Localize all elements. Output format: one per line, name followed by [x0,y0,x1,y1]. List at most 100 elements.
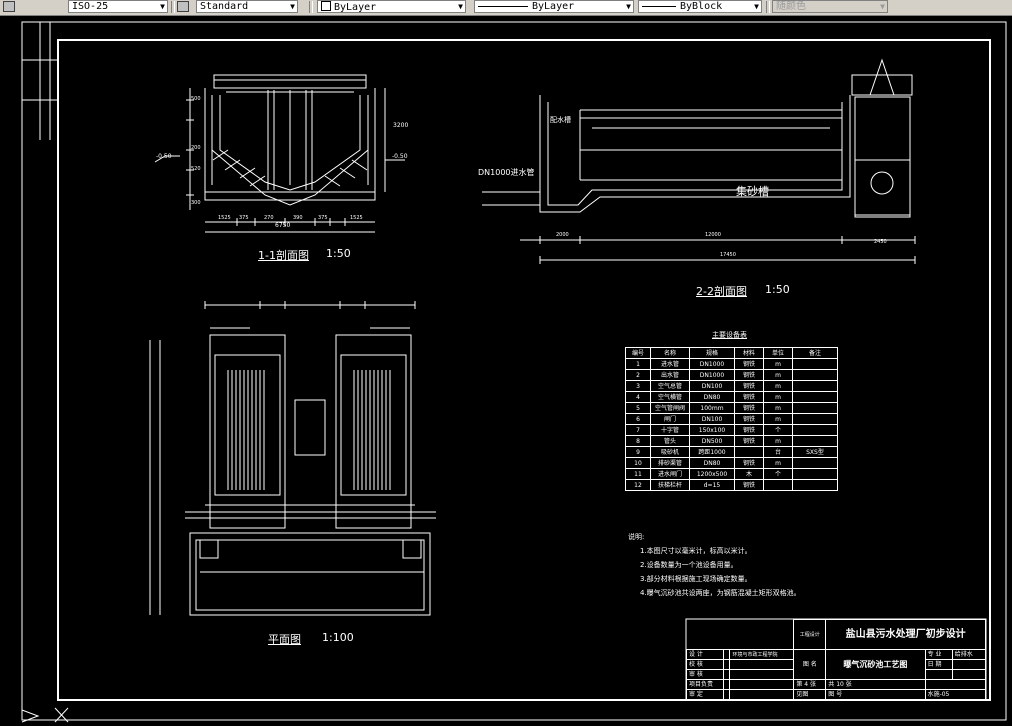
table-cell: 空气总管 [650,380,690,392]
table-cell [792,380,838,392]
equipment-table-row: 4 空气横管 DN80 钢铁 m [625,391,838,403]
plan-drawing [149,301,436,616]
table-cell [792,391,838,403]
role-label: 审 定 [685,689,725,700]
linetype-value: ByLayer [532,1,575,12]
separator [309,1,313,13]
dimension-style-icon[interactable] [3,1,15,12]
table-cell: 3 [625,380,651,392]
dim-total: 17450 [720,252,736,258]
table-cell [792,479,838,491]
table-cell: 8 [625,435,651,447]
table-cell: 钢铁 [734,358,764,370]
equipment-table-row: 11 进水闸门 1200x500 木个 [625,468,838,480]
major-value: 给排水 [951,649,987,660]
equipment-table-row: 3 空气总管 DN100 钢铁 m [625,380,838,392]
table-cell: 钢铁 [734,402,764,414]
table-cell: DN80 [689,457,735,469]
column-header: 材料 [734,347,764,359]
chevron-down-icon: ▼ [754,2,759,11]
dim-segment: 375 [239,215,249,221]
table-cell: 9 [625,446,651,458]
table-cell: 空气横管 [650,391,690,403]
table-cell: m [763,413,793,425]
table-cell: m [763,380,793,392]
table-cell [763,479,793,491]
table-cell: 150x100 [689,424,735,436]
lineweight-select[interactable]: ByBlock ▼ [638,0,762,13]
dim-segment: 375 [318,215,328,221]
table-cell: 钢铁 [734,457,764,469]
linetype-select[interactable]: ByLayer ▼ [474,0,634,13]
note-item: 2.设备数量为一个池设备用量。 [640,561,738,569]
department: 环境与市政工程学院 [729,649,795,660]
section-2-2-title: 2-2剖面图 [696,285,747,298]
table-cell [792,358,838,370]
drawing-title: 曝气沉砂池工艺图 [825,649,926,680]
separator [766,1,770,13]
table-cell: DN80 [689,391,735,403]
dim-segment: 12000 [705,232,721,238]
table-cell: 钢铁 [734,369,764,381]
table-cell [792,402,838,414]
equipment-table-title: 主要设备表 [712,331,747,339]
table-cell: SXS型 [792,446,838,458]
table-cell: 吸砂机 [650,446,690,458]
section-1-1-right-dim: 3200 [393,122,409,129]
table-cell: 1200x500 [689,468,735,480]
chevron-down-icon: ▼ [160,2,165,11]
table-cell: 钢铁 [734,413,764,425]
dim-segment: 270 [264,215,274,221]
color-select[interactable]: ByLayer ▼ [317,0,466,13]
dim-segment: 1525 [218,215,231,221]
section-2-2-scale: 1:50 [765,283,790,296]
table-cell: 跨距1000 [689,446,735,458]
equipment-table-row: 7 十字管 150x100 钢铁个 [625,424,838,436]
table-cell: 7 [625,424,651,436]
table-cell [792,468,838,480]
level-right: -0.50 [392,153,408,160]
table-cell: 空气管闸阀 [650,402,690,414]
notes: 说明: 1.本图尺寸以毫米计，标高以米计。 2.设备数量为一个池设备用量。 3.… [628,530,801,600]
table-cell: 排砂渠管 [650,457,690,469]
dimension-style-select[interactable]: ISO-25 ▼ [68,0,168,13]
equipment-table-row: 6 闸门 DN100 钢铁 m [625,413,838,425]
role-label: 设 计 [685,649,725,660]
scale-value: 见图 [793,689,827,700]
table-cell: 钢铁 [734,479,764,491]
table-cell: d=15 [689,479,735,491]
linetype-sample [478,5,528,7]
dim-segment: 390 [293,215,303,221]
sheet-number: 第 4 张 [793,679,827,690]
table-cell: 十字管 [650,424,690,436]
table-cell: m [763,369,793,381]
dim-left: 520 [191,166,201,172]
chevron-down-icon: ▼ [626,2,631,11]
table-cell: DN500 [689,435,735,447]
section-1-1-total-dim: 6750 [275,222,291,229]
table-style-select[interactable]: Standard ▼ [196,0,298,13]
plan-title: 平面图 [268,633,301,646]
table-cell: 1 [625,358,651,370]
table-cell: 扶梯栏杆 [650,479,690,491]
dim-segment: 2000 [556,232,569,238]
table-cell: 10 [625,457,651,469]
equipment-table-row: 5 空气管闸阀 100mm 钢铁 m [625,402,838,414]
equipment-table: 编号 名称 规格 材料 单位 备注 1 进水管 DN1000 钢铁 m 2 出水管 DN1000 钢铁 m 3 空… [625,347,838,491]
table-cell [792,435,838,447]
table-cell: m [763,402,793,414]
lineweight-value: ByBlock [680,1,723,12]
dim-left: 300 [191,200,201,206]
properties-toolbar: ISO-25 ▼ Standard ▼ ByLayer ▼ ByLayer ▼ ByBl… [0,0,1012,16]
equipment-table-row: 2 出水管 DN1000 钢铁 m [625,369,838,381]
role-label: 项目负责 [685,679,725,690]
table-style-icon[interactable] [177,1,189,12]
separator [171,1,175,13]
drawing-number-label: 图 号 [825,689,926,700]
plan-scale: 1:100 [322,631,354,644]
equipment-table-row: 9 吸砂机 跨距1000 台 SXS型 [625,446,838,458]
table-cell: 12 [625,479,651,491]
dim-left: 500 [191,96,201,102]
major-label: 专 业 [924,649,953,660]
column-header: 名称 [650,347,690,359]
